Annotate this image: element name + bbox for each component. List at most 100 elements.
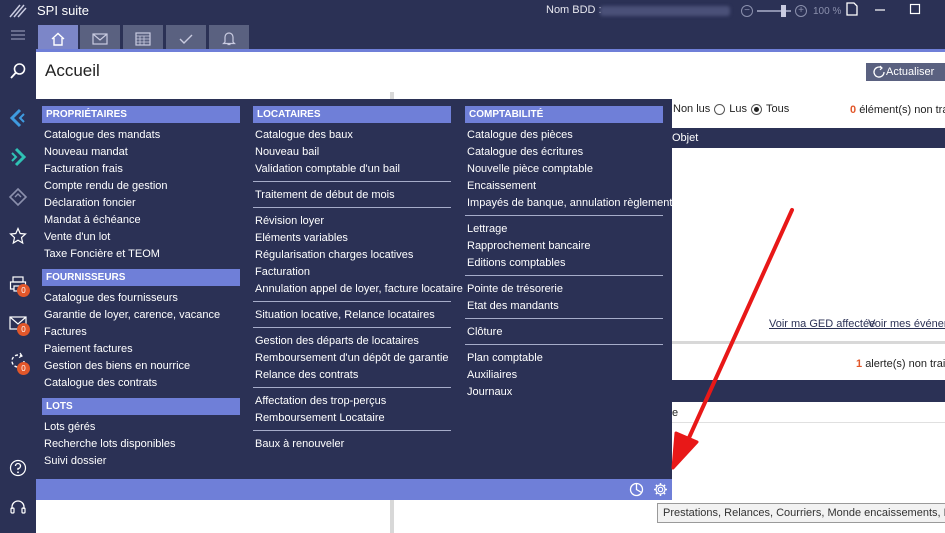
refresh-button[interactable]: Actualiser	[866, 63, 945, 81]
menu-item-traitement-de-debut-de-mois[interactable]: Traitement de début de mois	[253, 187, 451, 204]
menu-item-catalogue-des-pieces[interactable]: Catalogue des pièces	[465, 127, 663, 144]
menu-item-nouveau-bail[interactable]: Nouveau bail	[253, 144, 451, 161]
menu-item-revision-loyer[interactable]: Révision loyer	[253, 213, 451, 230]
menu-item-rapprochement-bancaire[interactable]: Rapprochement bancaire	[465, 238, 663, 255]
zoom-out-button[interactable]: −	[741, 5, 753, 17]
menu-item-gestion-des-departs-de-locataires[interactable]: Gestion des départs de locataires	[253, 333, 451, 350]
menu-item-catalogue-des-baux[interactable]: Catalogue des baux	[253, 127, 451, 144]
search-button[interactable]	[6, 59, 30, 83]
minimize-button[interactable]	[871, 2, 889, 20]
menu-item-etat-des-mandants[interactable]: Etat des mandants	[465, 298, 663, 315]
module-tab-bar	[36, 22, 945, 52]
help-button[interactable]	[6, 456, 30, 480]
ged-affectee-link[interactable]: Voir ma GED affectée	[769, 318, 875, 330]
tab-tasks[interactable]	[166, 25, 206, 52]
menu-item-pointe-de-tresorerie[interactable]: Pointe de trésorerie	[465, 281, 663, 298]
menu-item-mandat-a-echeance[interactable]: Mandat à échéance	[42, 212, 240, 229]
menu-divider	[465, 275, 663, 276]
menu-item-lots-geres[interactable]: Lots gérés	[42, 419, 240, 436]
menu-item-affectation-des-trop-percus[interactable]: Affectation des trop-perçus	[253, 393, 451, 410]
menu-item-regularisation-charges-locatives[interactable]: Régularisation charges locatives	[253, 247, 451, 264]
menu-item-validation-comptable-d-un-bail[interactable]: Validation comptable d'un bail	[253, 161, 451, 178]
menu-item-lettrage[interactable]: Lettrage	[465, 221, 663, 238]
column-objet[interactable]: Objet	[672, 132, 698, 144]
tab-notifications[interactable]	[209, 25, 249, 52]
menu-column-locataires: LOCATAIRES Catalogue des baux Nouveau bail…	[253, 106, 463, 453]
ged-divider	[672, 341, 945, 344]
menu-item-remboursement-locataire[interactable]: Remboursement Locataire	[253, 410, 451, 427]
zoom-in-button[interactable]: +	[795, 5, 807, 17]
menu-item-remboursement-d-un-depot-de-garantie[interactable]: Remboursement d'un dépôt de garantie	[253, 350, 451, 367]
menu-item-recherche-lots-disponibles[interactable]: Recherche lots disponibles	[42, 436, 240, 453]
tab-mail[interactable]	[80, 25, 120, 52]
red-arrow-head	[671, 431, 699, 470]
menu-item-facturation-frais[interactable]: Facturation frais	[42, 161, 240, 178]
maximize-icon	[909, 3, 921, 15]
filter-non-lus-radio[interactable]	[714, 103, 726, 115]
menu-item-catalogue-des-fournisseurs[interactable]: Catalogue des fournisseurs	[42, 290, 240, 307]
menu-item-auxiliaires[interactable]: Auxiliaires	[465, 367, 663, 384]
hamburger-menu-button[interactable]	[6, 23, 30, 47]
tab-calendar[interactable]	[123, 25, 163, 52]
menu-item-cloture[interactable]: Clôture	[465, 324, 663, 341]
zoom-slider-thumb[interactable]	[781, 5, 786, 17]
tab-home[interactable]	[38, 25, 78, 52]
menu-item-relance-des-contrats[interactable]: Relance des contrats	[253, 367, 451, 384]
support-button[interactable]	[6, 495, 30, 519]
menu-item-editions-comptables[interactable]: Editions comptables	[465, 255, 663, 272]
ged-evenements-link[interactable]: Voir mes événeme	[868, 318, 945, 330]
menu-footer	[36, 479, 672, 500]
filter-tous-label: Tous	[766, 103, 790, 115]
filter-tous-radio[interactable]	[751, 103, 763, 115]
sidebar-item-diamond[interactable]	[6, 185, 30, 209]
menu-item-compte-rendu-de-gestion[interactable]: Compte rendu de gestion	[42, 178, 240, 195]
mail-icon	[92, 32, 108, 45]
menu-section-lots: LOTS	[42, 398, 240, 415]
gear-icon[interactable]	[653, 482, 668, 497]
sidebar-item-menu-collapse[interactable]	[6, 106, 30, 130]
menu-divider	[253, 207, 451, 208]
menu-item-annulation-appel-de-loyer-facture-locataire[interactable]: Annulation appel de loyer, facture locat…	[253, 281, 463, 298]
document-button[interactable]	[843, 2, 861, 20]
menu-item-catalogue-des-mandats[interactable]: Catalogue des mandats	[42, 127, 240, 144]
menu-divider	[465, 215, 663, 216]
menu-section-locataires: LOCATAIRES	[253, 106, 451, 123]
menu-item-impayes-de-banque-annulation-reglement[interactable]: Impayés de banque, annulation règlement	[465, 195, 672, 212]
menu-item-situation-locative-relance-locataires[interactable]: Situation locative, Relance locataires	[253, 307, 451, 324]
bell-icon	[222, 32, 236, 46]
menu-item-suivi-dossier[interactable]: Suivi dossier	[42, 453, 240, 470]
menu-item-encaissement[interactable]: Encaissement	[465, 178, 663, 195]
sidebar-item-navigation[interactable]	[6, 145, 30, 169]
menu-item-paiement-factures[interactable]: Paiement factures	[42, 341, 240, 358]
message-filter: Non lus Lus Tous	[673, 103, 789, 115]
home-icon	[51, 32, 65, 46]
menu-divider	[253, 387, 451, 388]
settings-tooltip: Prestations, Relances, Courriers, Monde …	[657, 503, 945, 523]
pie-chart-icon[interactable]	[629, 482, 644, 497]
database-name-label: Nom BDD :	[546, 4, 602, 16]
messages-table-header: Objet	[668, 128, 945, 148]
filter-lus-label: Lus	[729, 103, 748, 115]
menu-item-elements-variables[interactable]: Eléments variables	[253, 230, 451, 247]
menu-item-factures[interactable]: Factures	[42, 324, 240, 341]
menu-item-nouveau-mandat[interactable]: Nouveau mandat	[42, 144, 240, 161]
menu-item-declaration-foncier[interactable]: Déclaration foncier	[42, 195, 240, 212]
maximize-button[interactable]	[906, 2, 924, 20]
zoom-slider[interactable]	[757, 5, 791, 17]
spi-logo-icon	[9, 4, 27, 18]
menu-item-catalogue-des-ecritures[interactable]: Catalogue des écritures	[465, 144, 663, 161]
menu-item-garantie-de-loyer-carence-vacance[interactable]: Garantie de loyer, carence, vacance	[42, 307, 240, 324]
menu-item-taxe-fonciere-et-teom[interactable]: Taxe Foncière et TEOM	[42, 246, 240, 263]
menu-column-comptabilite: COMPTABILITÉ Catalogue des pièces Catalogu…	[465, 106, 672, 401]
menu-item-journaux[interactable]: Journaux	[465, 384, 663, 401]
menu-item-gestion-des-biens-en-nourrice[interactable]: Gestion des biens en nourrice	[42, 358, 240, 375]
menu-item-vente-d-un-lot[interactable]: Vente d'un lot	[42, 229, 240, 246]
menu-item-catalogue-des-contrats[interactable]: Catalogue des contrats	[42, 375, 240, 392]
sidebar-item-favorites[interactable]	[6, 224, 30, 248]
menu-item-plan-comptable[interactable]: Plan comptable	[465, 350, 663, 367]
menu-item-facturation[interactable]: Facturation	[253, 264, 451, 281]
alerts-column-header: e	[672, 407, 679, 419]
menu-item-baux-a-renouveler[interactable]: Baux à renouveler	[253, 436, 451, 453]
menu-item-nouvelle-piece-comptable[interactable]: Nouvelle pièce comptable	[465, 161, 663, 178]
search-icon	[10, 63, 26, 79]
